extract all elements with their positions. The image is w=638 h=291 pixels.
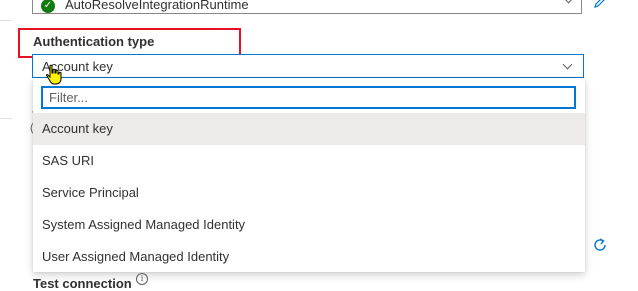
authentication-type-dropdown: Account key SAS URI Service Principal Sy… (33, 78, 585, 272)
chevron-down-icon (562, 59, 573, 70)
integration-runtime-select[interactable]: ✓ AutoResolveIntegrationRuntime (32, 0, 582, 14)
option-system-assigned-managed-identity[interactable]: System Assigned Managed Identity (33, 209, 585, 241)
hand-cursor-icon (46, 64, 62, 85)
integration-runtime-value: AutoResolveIntegrationRuntime (65, 0, 249, 12)
test-connection-label: Test connection (33, 276, 132, 291)
option-account-key[interactable]: Account key (33, 113, 585, 145)
option-user-assigned-managed-identity[interactable]: User Assigned Managed Identity (33, 241, 585, 273)
edit-icon[interactable] (592, 0, 608, 10)
authentication-type-select[interactable]: Account key (32, 54, 584, 78)
filter-input[interactable] (41, 86, 576, 109)
refresh-icon[interactable] (591, 236, 609, 254)
gutter-divider (0, 20, 12, 21)
option-sas-uri[interactable]: SAS URI (33, 145, 585, 177)
info-icon: i (136, 273, 148, 285)
check-circle-icon: ✓ (41, 0, 55, 13)
option-service-principal[interactable]: Service Principal (33, 177, 585, 209)
gutter-divider (0, 118, 12, 119)
chevron-down-icon (563, 0, 574, 4)
